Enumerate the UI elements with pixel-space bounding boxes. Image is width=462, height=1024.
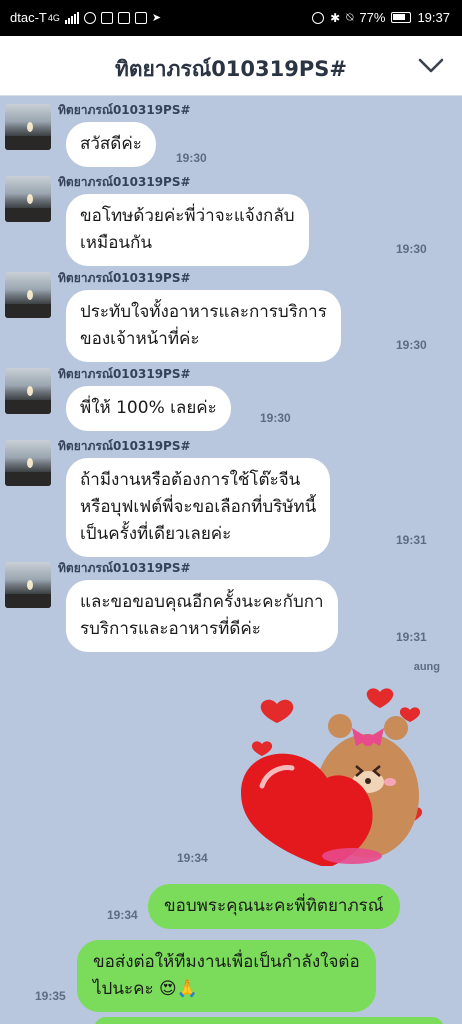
mail-icon [134,11,147,24]
avatar[interactable] [5,104,51,150]
bear-heart-sticker[interactable] [232,686,432,866]
avatar[interactable] [5,562,51,608]
clock: 19:37 [417,10,450,25]
next-outgoing-bubble-edge [94,1017,444,1024]
sender-name: ทิตยาภรณ์010319PS# [58,175,191,189]
message-bubble[interactable]: พี่ให้ 100% เลยค่ะ [66,386,231,431]
alarm-icon [312,11,325,24]
message-bubble[interactable]: และขอขอบคุณอีกครั้งนะคะกับกา รบริการและอ… [66,580,338,652]
carrier-label: dtac-T [10,10,47,25]
my-name-label: aung [413,661,440,673]
message-bubble[interactable]: ขอโทษด้วยค่ะพี่ว่าจะแจ้งกลับ เหมือนกัน [66,194,309,266]
sender-name: ทิตยาภรณ์010319PS# [58,367,191,381]
chat-area[interactable]: ทิตยาภรณ์010319PS# สวัสดีค่ะ 19:30 ทิตยา… [0,96,462,1024]
avatar[interactable] [5,440,51,486]
message-time: 19:31 [396,533,427,547]
message-time: 19:30 [260,411,291,425]
outgoing-message-bubble[interactable]: ขอบพระคุณนะคะพี่ทิตยาภรณ์ [148,884,400,929]
avatar[interactable] [5,176,51,222]
message-time: 19:30 [396,338,427,352]
message-time: 19:30 [176,151,207,165]
status-left: dtac-T 4G ➤ [10,10,161,25]
message-bubble[interactable]: ถ้ามีงานหรือต้องการใช้โต๊ะจีน หรือบุฟเฟต… [66,458,331,557]
send-icon: ➤ [151,12,162,24]
signal-icon [64,11,79,24]
sender-name: ทิตยาภรณ์010319PS# [58,271,191,285]
mute-icon: ⍉ [346,10,354,24]
status-bar: dtac-T 4G ➤ ✱ ⍉ 77% 19:37 [0,0,462,36]
message-time: 19:30 [396,242,427,256]
message-icon [117,11,130,24]
status-right: ✱ ⍉ 77% 19:37 [312,10,450,25]
outgoing-message-bubble[interactable]: ขอส่งต่อให้ทีมงานเพื่อเป็นกำลังใจต่อ ไปน… [77,940,376,1012]
chat-header: ทิตยาภรณ์010319PS# [0,36,462,96]
bluetooth-icon: ✱ [330,10,341,25]
message-time: 19:31 [396,630,427,644]
battery-percent: 77% [359,10,386,25]
message-bubble[interactable]: ประทับใจทั้งอาหารและการบริการ ของเจ้าหน้… [66,290,341,362]
sender-name: ทิตยาภรณ์010319PS# [58,103,191,117]
message-time: 19:34 [107,908,138,922]
sender-name: ทิตยาภรณ์010319PS# [58,561,191,575]
eye-icon [83,11,96,24]
message-time: 19:35 [35,989,66,1003]
battery-icon [391,12,412,23]
chat-title: ทิตยาภรณ์010319PS# [115,57,347,81]
avatar[interactable] [5,272,51,318]
chevron-down-icon[interactable] [418,56,444,76]
sticker-time: 19:34 [177,851,208,865]
message-bubble[interactable]: สวัสดีค่ะ [66,122,156,167]
nfc-icon [100,11,113,24]
network-label: 4G [47,12,60,23]
sender-name: ทิตยาภรณ์010319PS# [58,439,191,453]
avatar[interactable] [5,368,51,414]
